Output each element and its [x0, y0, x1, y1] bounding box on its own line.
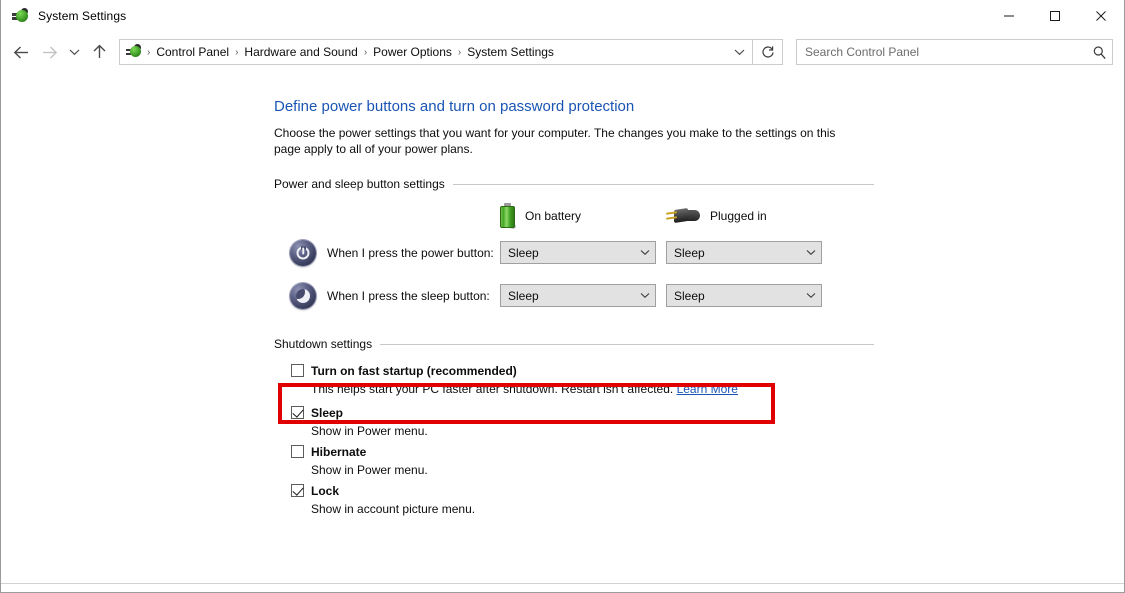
back-arrow-icon[interactable]	[7, 37, 35, 67]
breadcrumb-item-hardware-and-sound[interactable]: Hardware and Sound	[240, 45, 361, 59]
hibernate-description: Show in Power menu.	[311, 463, 428, 477]
power-section-heading: Power and sleep button settings	[274, 177, 874, 191]
maximize-icon[interactable]	[1032, 0, 1078, 33]
breadcrumb: › Control Panel › Hardware and Sound › P…	[145, 45, 726, 59]
column-on-battery-label: On battery	[525, 209, 582, 223]
power-button-plugged-in-value: Sleep	[674, 245, 705, 260]
refresh-icon[interactable]	[753, 39, 783, 65]
close-icon[interactable]	[1078, 0, 1124, 33]
chevron-down-icon	[801, 249, 821, 256]
breadcrumb-item-system-settings[interactable]: System Settings	[463, 45, 558, 59]
column-plugged-in: Plugged in	[666, 205, 832, 227]
search-box[interactable]	[796, 39, 1113, 65]
address-bar[interactable]: › Control Panel › Hardware and Sound › P…	[119, 39, 753, 65]
breadcrumb-separator: ›	[363, 46, 368, 58]
search-icon[interactable]	[1086, 45, 1112, 60]
fast-startup-label: Turn on fast startup (recommended)	[311, 363, 517, 378]
sleep-button-plugged-in-value: Sleep	[674, 288, 705, 303]
lock-label: Lock	[311, 483, 340, 498]
chevron-down-icon	[635, 292, 655, 299]
power-plug-icon	[666, 205, 700, 227]
sleep-item: Sleep Show in Power menu.	[274, 403, 874, 440]
window-title: System Settings	[38, 9, 127, 23]
lock-checkbox[interactable]	[291, 484, 304, 497]
settings-pane: Define power buttons and turn on passwor…	[274, 97, 874, 520]
hibernate-item: Hibernate Show in Power menu.	[274, 442, 874, 479]
section-divider	[452, 183, 874, 185]
title-bar: System Settings	[1, 0, 1124, 33]
lock-description: Show in account picture menu.	[311, 502, 476, 516]
breadcrumb-power-icon	[126, 44, 142, 60]
sleep-checkbox[interactable]	[291, 406, 304, 419]
lock-item: Lock Show in account picture menu.	[274, 481, 874, 518]
shutdown-section-heading: Shutdown settings	[274, 337, 874, 351]
chevron-down-icon	[635, 249, 655, 256]
up-arrow-icon[interactable]	[85, 37, 113, 67]
shutdown-section-label: Shutdown settings	[274, 337, 373, 351]
fast-startup-checkbox[interactable]	[291, 364, 304, 377]
search-input[interactable]	[797, 45, 1086, 59]
breadcrumb-item-power-options[interactable]: Power Options	[369, 45, 456, 59]
forward-arrow-icon[interactable]	[35, 37, 63, 67]
sleep-button-row-label: When I press the sleep button:	[327, 288, 490, 303]
power-column-headers: On battery Plugged in	[274, 201, 874, 231]
power-button-on-battery-value: Sleep	[508, 245, 539, 260]
power-settings-icon	[12, 7, 30, 25]
power-section-label: Power and sleep button settings	[274, 177, 445, 191]
breadcrumb-separator: ›	[235, 46, 239, 58]
learn-more-link[interactable]: Learn More	[677, 382, 738, 396]
power-button-icon	[290, 239, 316, 266]
minimize-icon[interactable]	[986, 0, 1032, 33]
power-button-plugged-in-dropdown[interactable]: Sleep	[666, 241, 822, 264]
hibernate-label: Hibernate	[311, 444, 367, 459]
sleep-button-on-battery-dropdown[interactable]: Sleep	[500, 284, 656, 307]
breadcrumb-separator: ›	[147, 46, 151, 58]
page-description: Choose the power settings that you want …	[274, 126, 836, 156]
chevron-down-icon	[801, 292, 821, 299]
shutdown-options-list: Turn on fast startup (recommended) This …	[274, 361, 874, 518]
sleep-moon-icon	[290, 282, 316, 309]
address-dropdown-chevron-icon[interactable]	[726, 40, 752, 64]
sleep-button-plugged-in-dropdown[interactable]: Sleep	[666, 284, 822, 307]
sleep-label: Sleep	[311, 405, 344, 420]
content-area: Define power buttons and turn on passwor…	[1, 71, 1124, 592]
breadcrumb-separator: ›	[457, 46, 462, 58]
column-on-battery: On battery	[500, 203, 666, 229]
fast-startup-item: Turn on fast startup (recommended) This …	[274, 361, 874, 398]
sleep-button-row: When I press the sleep button: Sleep Sle…	[274, 274, 874, 317]
system-settings-window: System Settings › Control Panel › Hardwa…	[0, 0, 1125, 593]
sleep-description: Show in Power menu.	[311, 424, 428, 438]
page-title: Define power buttons and turn on passwor…	[274, 98, 635, 115]
section-divider	[380, 343, 874, 345]
breadcrumb-item-control-panel[interactable]: Control Panel	[152, 45, 233, 59]
battery-icon	[500, 203, 516, 229]
footer-bar: Save changes Cancel	[1, 584, 1124, 592]
hibernate-checkbox[interactable]	[291, 445, 304, 458]
fast-startup-description-text: This helps start your PC faster after sh…	[311, 382, 677, 396]
navigation-bar: › Control Panel › Hardware and Sound › P…	[1, 33, 1124, 71]
fast-startup-description: This helps start your PC faster after sh…	[311, 380, 874, 398]
power-button-on-battery-dropdown[interactable]: Sleep	[500, 241, 656, 264]
sleep-button-on-battery-value: Sleep	[508, 288, 539, 303]
column-plugged-in-label: Plugged in	[710, 209, 767, 223]
power-button-row: When I press the power button: Sleep Sle…	[274, 231, 874, 274]
window-controls	[986, 0, 1124, 33]
power-button-row-label: When I press the power button:	[327, 245, 494, 260]
recent-pages-chevron-icon[interactable]	[63, 37, 85, 67]
